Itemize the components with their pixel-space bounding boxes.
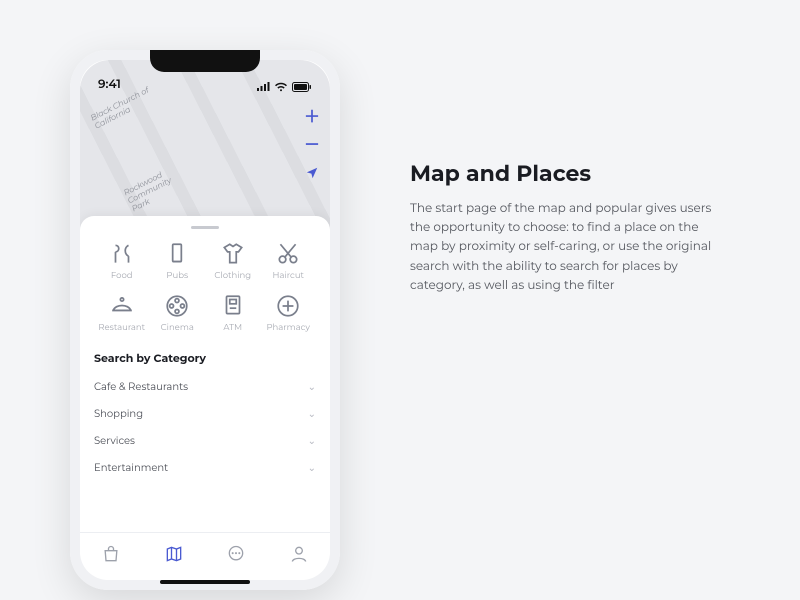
bag-icon bbox=[101, 544, 121, 564]
signal-icon bbox=[256, 82, 270, 92]
quick-item-label: Restaurant bbox=[98, 323, 145, 333]
food-icon bbox=[109, 241, 135, 267]
quick-item-pubs[interactable]: Pubs bbox=[150, 241, 206, 281]
category-section-title: Search by Category bbox=[94, 351, 316, 365]
places-sheet: Food Pubs Clothing Haircut Restaurant Cinema A… bbox=[80, 216, 330, 580]
restaurant-icon bbox=[109, 293, 135, 319]
category-row[interactable]: Cafe & Restaurants ⌄ bbox=[94, 373, 316, 400]
tab-map[interactable] bbox=[164, 544, 184, 569]
wifi-icon bbox=[274, 82, 288, 92]
category-row[interactable]: Services ⌄ bbox=[94, 427, 316, 454]
quick-item-cinema[interactable]: Cinema bbox=[150, 293, 206, 333]
quick-item-label: Haircut bbox=[273, 271, 304, 281]
locate-button[interactable] bbox=[305, 166, 319, 184]
chat-icon bbox=[226, 544, 246, 564]
haircut-icon bbox=[275, 241, 301, 267]
page-title: Map and Places bbox=[410, 160, 720, 187]
chevron-down-icon: ⌄ bbox=[308, 380, 316, 393]
category-label: Cafe & Restaurants bbox=[94, 380, 188, 393]
page-body: The start page of the map and popular gi… bbox=[410, 199, 720, 295]
tab-bag[interactable] bbox=[101, 544, 121, 569]
description-panel: Map and Places The start page of the map… bbox=[410, 50, 720, 295]
category-list: Cafe & Restaurants⌄Shopping⌄Services⌄Ent… bbox=[94, 373, 316, 481]
category-label: Shopping bbox=[94, 407, 143, 420]
map-icon bbox=[164, 544, 184, 564]
status-icons bbox=[256, 82, 312, 92]
pubs-icon bbox=[164, 241, 190, 267]
quick-item-atm[interactable]: ATM bbox=[205, 293, 261, 333]
quick-item-label: ATM bbox=[223, 323, 242, 333]
tab-bar bbox=[80, 532, 330, 580]
quick-item-food[interactable]: Food bbox=[94, 241, 150, 281]
zoom-out-button[interactable]: － bbox=[304, 138, 320, 154]
phone-mockup: 9:41 Black Church of CaliforniaRockwood … bbox=[70, 50, 340, 590]
battery-icon bbox=[292, 82, 312, 92]
tab-user[interactable] bbox=[289, 544, 309, 569]
quick-item-label: Cinema bbox=[161, 323, 194, 333]
home-indicator bbox=[160, 580, 250, 584]
map-controls: ＋ － bbox=[304, 110, 320, 184]
quick-category-grid: Food Pubs Clothing Haircut Restaurant Cinema A… bbox=[94, 241, 316, 333]
category-label: Entertainment bbox=[94, 461, 168, 474]
user-icon bbox=[289, 544, 309, 564]
quick-item-label: Clothing bbox=[214, 271, 251, 281]
cinema-icon bbox=[164, 293, 190, 319]
sheet-grabber[interactable] bbox=[191, 226, 219, 229]
quick-item-label: Food bbox=[111, 271, 133, 281]
quick-item-restaurant[interactable]: Restaurant bbox=[94, 293, 150, 333]
quick-item-label: Pharmacy bbox=[266, 323, 310, 333]
category-row[interactable]: Entertainment ⌄ bbox=[94, 454, 316, 481]
category-row[interactable]: Shopping ⌄ bbox=[94, 400, 316, 427]
atm-icon bbox=[220, 293, 246, 319]
clothing-icon bbox=[220, 241, 246, 267]
status-time: 9:41 bbox=[98, 77, 121, 92]
chevron-down-icon: ⌄ bbox=[308, 461, 316, 474]
category-label: Services bbox=[94, 434, 135, 447]
chevron-down-icon: ⌄ bbox=[308, 434, 316, 447]
quick-item-haircut[interactable]: Haircut bbox=[261, 241, 317, 281]
quick-item-label: Pubs bbox=[166, 271, 188, 281]
zoom-in-button[interactable]: ＋ bbox=[304, 110, 320, 126]
quick-item-pharmacy[interactable]: Pharmacy bbox=[261, 293, 317, 333]
pharmacy-icon bbox=[275, 293, 301, 319]
phone-notch bbox=[150, 50, 260, 72]
chevron-down-icon: ⌄ bbox=[308, 407, 316, 420]
tab-chat[interactable] bbox=[226, 544, 246, 569]
map-poi-label: Rockwood Community Park bbox=[123, 169, 178, 214]
quick-item-clothing[interactable]: Clothing bbox=[205, 241, 261, 281]
